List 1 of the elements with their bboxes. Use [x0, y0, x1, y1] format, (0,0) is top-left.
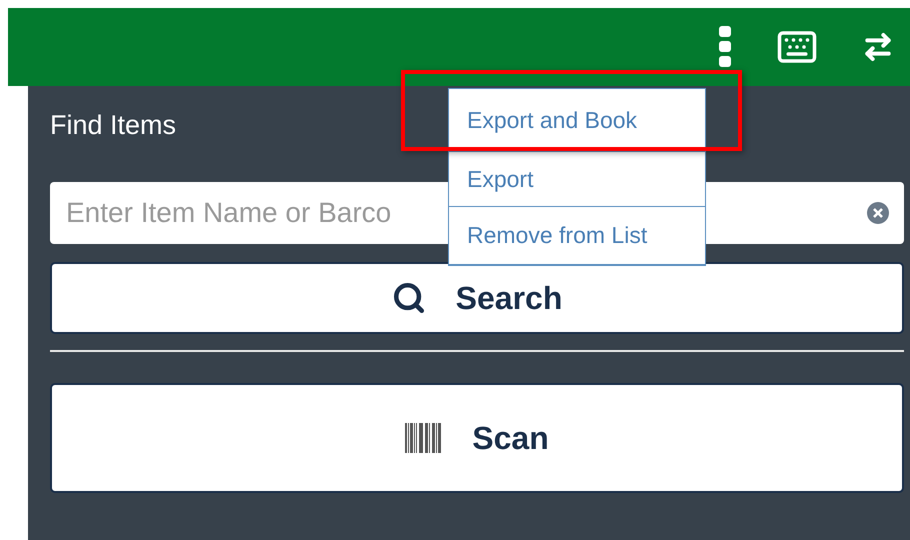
panel-title: Find Items [50, 109, 176, 142]
